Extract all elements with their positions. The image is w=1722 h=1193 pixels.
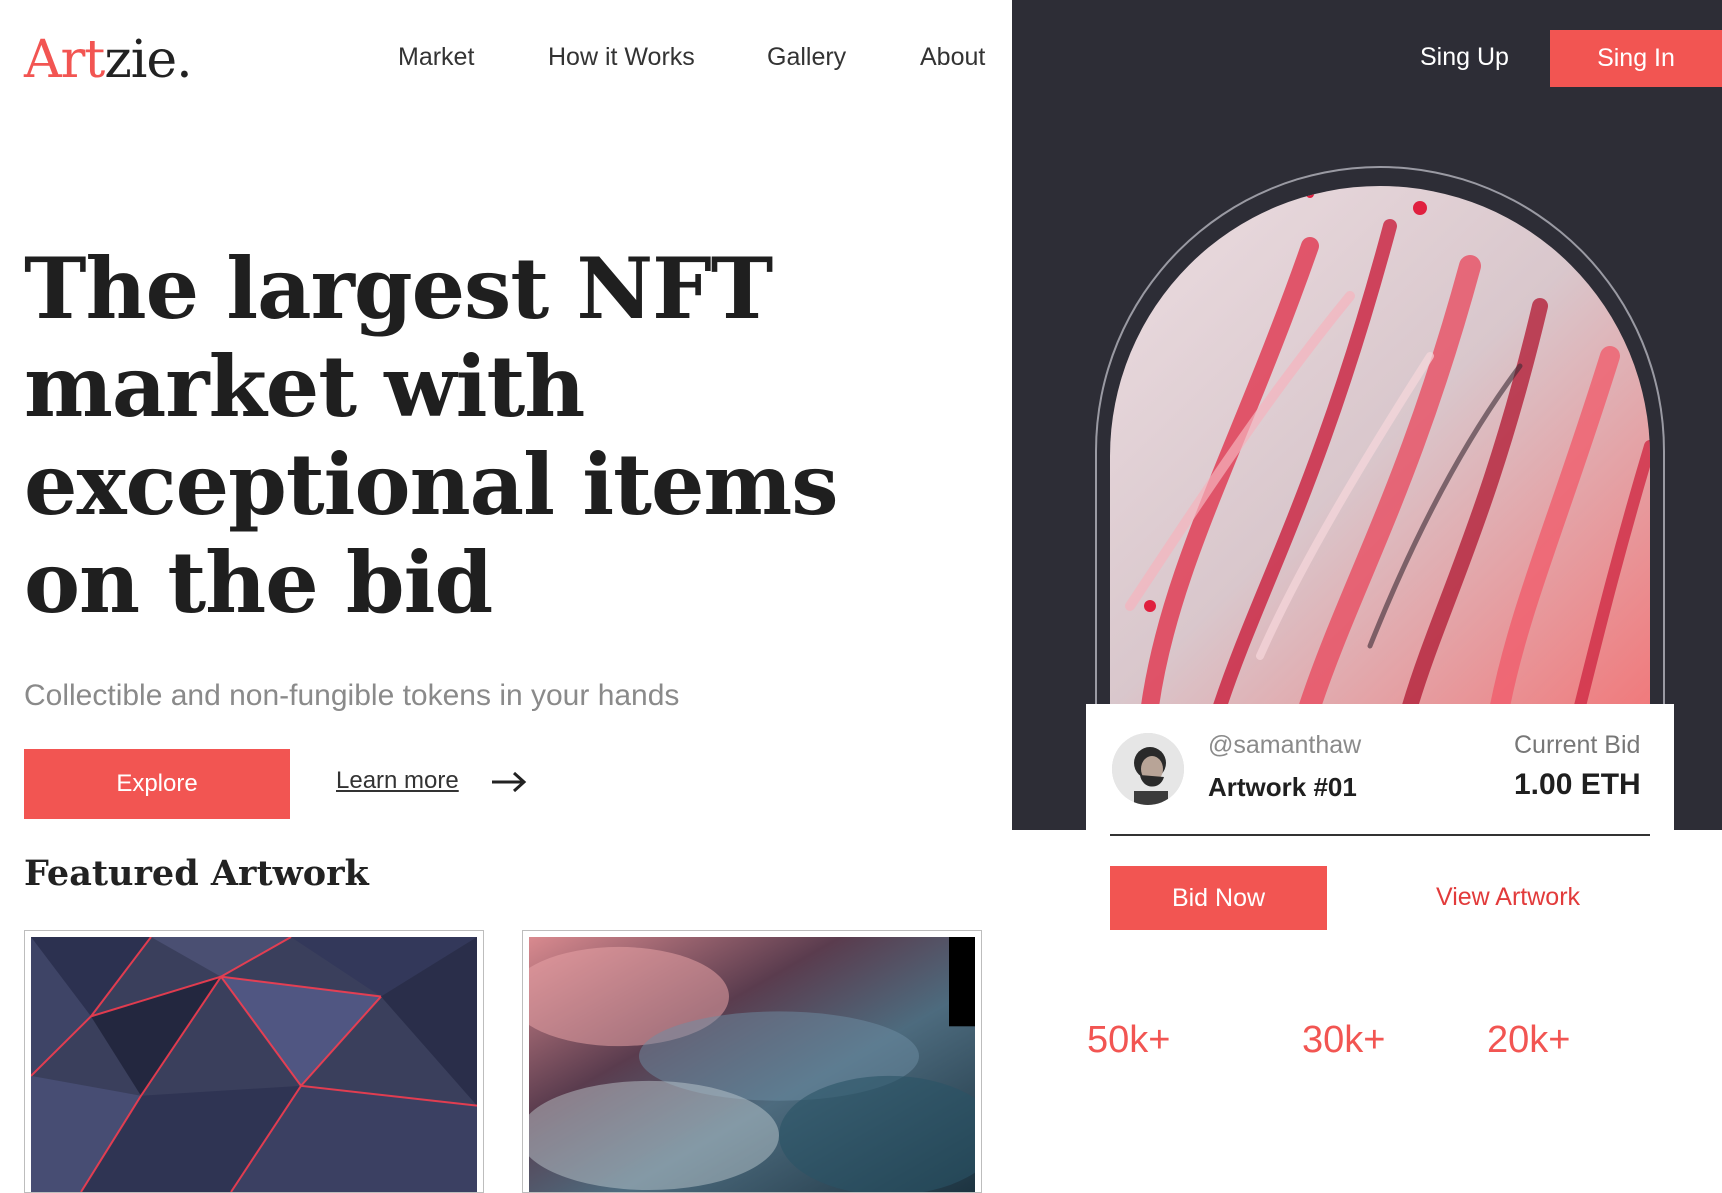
artwork-name: Artwork #01 bbox=[1208, 772, 1357, 802]
artwork-image bbox=[529, 937, 975, 1192]
username[interactable]: @samanthaw bbox=[1208, 730, 1361, 760]
logo-accent-text: Art bbox=[24, 30, 105, 90]
logo-text: zie. bbox=[104, 30, 192, 90]
arrow-right-icon[interactable] bbox=[490, 770, 528, 794]
current-bid-value: 1.00 ETH bbox=[1514, 768, 1641, 801]
bid-now-button[interactable]: Bid Now bbox=[1110, 866, 1327, 930]
hero-title: The largest NFT market with exceptional … bbox=[24, 239, 839, 632]
current-bid-label: Current Bid bbox=[1514, 731, 1641, 759]
stat-value: 30k+ bbox=[1302, 1019, 1386, 1061]
nav-gallery-link[interactable]: Gallery bbox=[767, 42, 846, 72]
view-artwork-link[interactable]: View Artwork bbox=[1436, 882, 1580, 912]
learn-more-link[interactable]: Learn more bbox=[336, 766, 459, 796]
stat-value: 20k+ bbox=[1487, 1019, 1571, 1061]
sign-in-button[interactable]: Sing In bbox=[1550, 30, 1722, 87]
featured-artwork-card[interactable] bbox=[24, 930, 484, 1193]
artwork-image bbox=[31, 937, 477, 1192]
user-avatar-icon bbox=[1112, 733, 1184, 805]
divider bbox=[1110, 834, 1650, 836]
hero-artwork-image[interactable] bbox=[1110, 186, 1650, 706]
nav-how-it-works-link[interactable]: How it Works bbox=[548, 42, 695, 72]
avatar[interactable] bbox=[1112, 733, 1184, 805]
brand-logo[interactable]: Artzie. bbox=[24, 30, 193, 90]
featured-artwork-heading: Featured Artwork bbox=[24, 853, 369, 894]
nav-about-link[interactable]: About bbox=[920, 42, 985, 72]
explore-button[interactable]: Explore bbox=[24, 749, 290, 819]
stat-value: 50k+ bbox=[1087, 1019, 1171, 1061]
nav-market-link[interactable]: Market bbox=[398, 42, 474, 72]
sign-up-link[interactable]: Sing Up bbox=[1420, 42, 1509, 72]
featured-artwork-card[interactable] bbox=[522, 930, 982, 1193]
hero-subtitle: Collectible and non-fungible tokens in y… bbox=[24, 679, 680, 712]
